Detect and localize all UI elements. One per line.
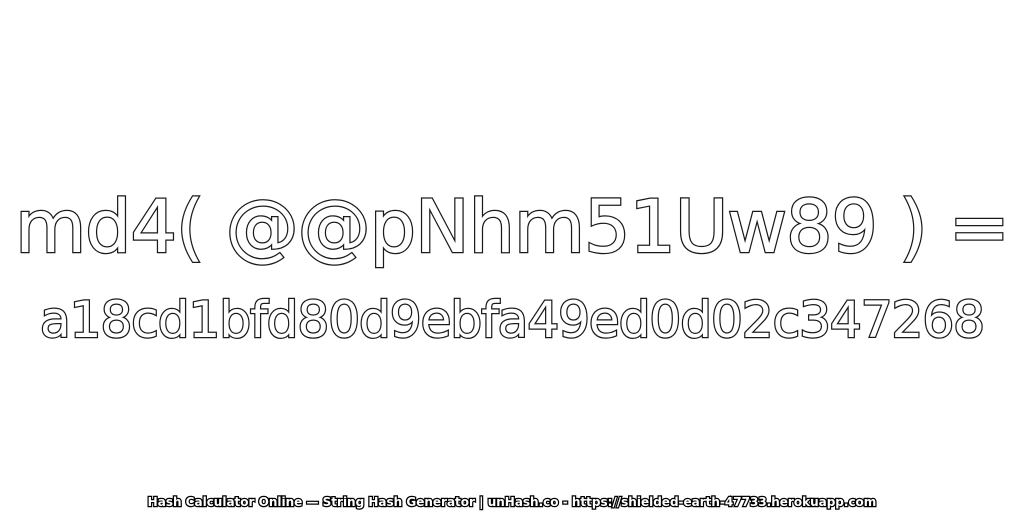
hash-input-expression: md4( @@pNhm51Uw89 ) = (14, 184, 1011, 272)
hash-output-value: a18cd1bfd80d9ebfa49ed0d02c347268 (39, 290, 986, 351)
hash-image-canvas: md4( @@pNhm51Uw89 ) = a18cd1bfd80d9ebfa4… (0, 0, 1024, 512)
footer-credit: Hash Calculator Online — String Hash Gen… (146, 494, 877, 511)
